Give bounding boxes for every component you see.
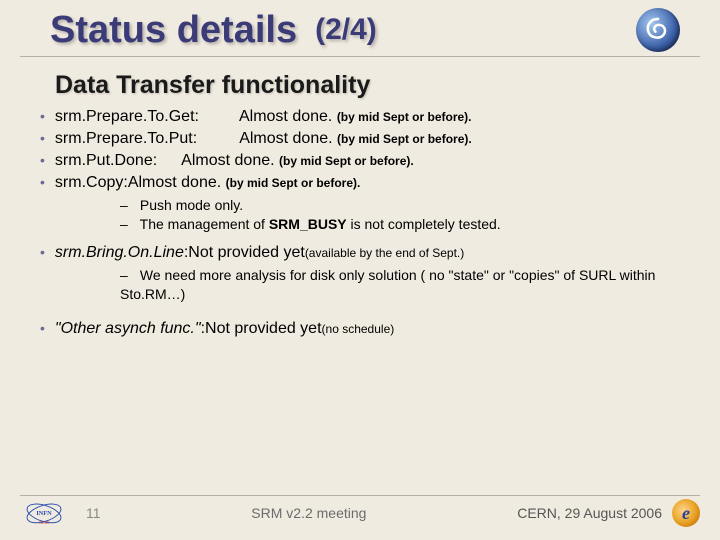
slide: Status details (2/4) Data Transfer funct…: [0, 0, 720, 540]
item-copy: • srm.Copy : Almost done. (by mid Sept o…: [40, 174, 690, 192]
item-putdone: • srm.Put.Done : Almost done. (by mid Se…: [40, 152, 690, 170]
infn-logo-icon: INFN GRID: [20, 498, 68, 528]
footer-center: SRM v2.2 meeting: [101, 505, 518, 521]
item-bringonline: • srm.Bring.On.Line : Not provided yet (…: [40, 244, 690, 262]
sub-text: We need more analysis for disk only solu…: [120, 267, 655, 302]
copy-sub1: – Push mode only.: [120, 196, 690, 215]
status-text: Almost done.: [239, 130, 332, 148]
fn-name: srm.Put.Done: [55, 152, 153, 170]
dash-icon: –: [120, 215, 136, 234]
title-divider: [20, 56, 700, 57]
status-note: (by mid Sept or before).: [337, 132, 472, 146]
dash-icon: –: [120, 266, 136, 285]
bullet-icon: •: [40, 244, 45, 260]
bullet-icon: •: [40, 130, 45, 146]
item-get: • srm.Prepare.To.Get: Almost done. (by m…: [40, 108, 690, 126]
page-number: 11: [86, 505, 101, 521]
status-text: Almost done.: [239, 108, 332, 126]
footer-divider: [20, 495, 700, 496]
svg-text:INFN: INFN: [36, 510, 52, 517]
slide-page-indicator: (2/4): [315, 13, 377, 47]
svg-text:GRID: GRID: [39, 519, 49, 524]
status-text: Almost done.: [128, 174, 221, 192]
footer-right: CERN, 29 August 2006 e: [517, 499, 700, 527]
item-put: • srm.Prepare.To.Put: Almost done. (by m…: [40, 130, 690, 148]
colon: :: [153, 152, 157, 170]
sub-text-c: is not completely tested.: [347, 216, 501, 232]
dash-icon: –: [120, 196, 136, 215]
fn-name: srm.Copy: [55, 174, 123, 192]
slide-title: Status details: [50, 9, 297, 52]
footer-left: INFN GRID 11: [20, 498, 101, 528]
content-area: • srm.Prepare.To.Get: Almost done. (by m…: [0, 108, 720, 338]
status-text: Not provided yet: [205, 320, 322, 338]
fn-name: srm.Bring.On.Line: [55, 244, 184, 262]
bullet-icon: •: [40, 320, 45, 336]
status-note: (by mid Sept or before).: [226, 176, 361, 190]
fn-name: srm.Prepare.To.Put: [55, 130, 193, 148]
sub-text-b: SRM_BUSY: [269, 216, 347, 232]
status-text: Not provided yet: [188, 244, 305, 262]
section-subtitle: Data Transfer functionality: [55, 71, 720, 100]
bullet-icon: •: [40, 174, 45, 190]
title-bar: Status details (2/4): [0, 0, 720, 52]
sub-text-a: The management of: [140, 216, 269, 232]
sub-text: Push mode only.: [140, 197, 243, 213]
colon: :: [193, 130, 197, 148]
copy-sub2: – The management of SRM_BUSY is not comp…: [120, 215, 690, 234]
bullet-icon: •: [40, 152, 45, 168]
footer: INFN GRID 11 SRM v2.2 meeting CERN, 29 A…: [0, 498, 720, 528]
fn-name: "Other asynch func.": [55, 320, 201, 338]
fn-name: srm.Prepare.To.Get: [55, 108, 195, 126]
bullet-icon: •: [40, 108, 45, 124]
colon: :: [195, 108, 199, 126]
status-note: (by mid Sept or before).: [337, 110, 472, 124]
item-other: • "Other asynch func." : Not provided ye…: [40, 320, 690, 338]
footer-location-date: CERN, 29 August 2006: [517, 505, 662, 521]
status-note: (no schedule): [322, 322, 395, 336]
swirl-logo-icon: [636, 8, 680, 52]
status-note: (by mid Sept or before).: [279, 154, 414, 168]
status-text: Almost done.: [181, 152, 274, 170]
bol-sub1: – We need more analysis for disk only so…: [120, 266, 690, 304]
egee-logo-icon: e: [672, 499, 700, 527]
status-note: (available by the end of Sept.): [305, 246, 464, 260]
